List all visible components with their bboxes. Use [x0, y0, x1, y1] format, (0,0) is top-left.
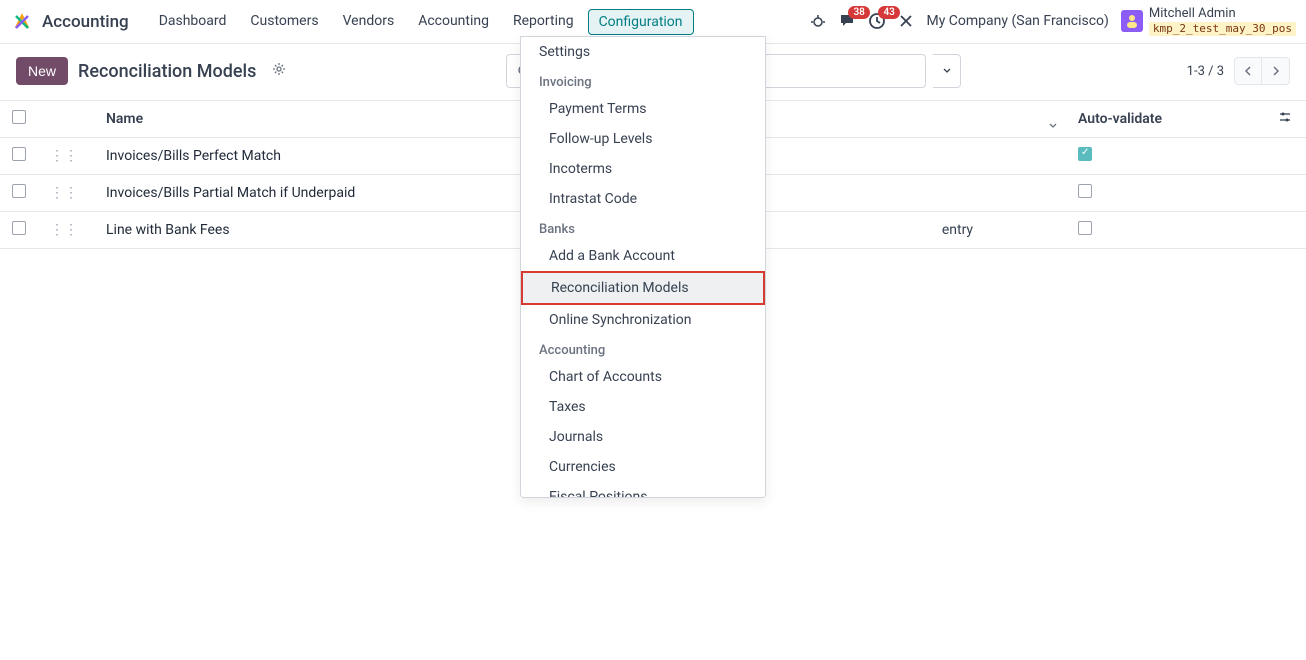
- clock-icon[interactable]: 43: [868, 12, 886, 30]
- dropdown-header: Accounting: [521, 335, 765, 362]
- dropdown-header: Invoicing: [521, 67, 765, 94]
- caret-down-icon: [943, 67, 951, 75]
- dropdown-item[interactable]: Add a Bank Account: [521, 241, 765, 271]
- row-type: entry: [930, 212, 1066, 249]
- row-name: Line with Bank Fees: [94, 212, 930, 249]
- tools-icon[interactable]: [898, 13, 914, 29]
- user-db: kmp_2_test_may_30_pos: [1149, 22, 1296, 36]
- auto-validate-checkbox[interactable]: [1078, 184, 1092, 198]
- row-type: [930, 175, 1066, 212]
- header-checkbox-cell: [0, 101, 38, 138]
- dropdown-item[interactable]: Journals: [521, 422, 765, 452]
- chat-icon[interactable]: 38: [838, 12, 856, 30]
- nav-customers[interactable]: Customers: [240, 9, 328, 35]
- row-checkbox[interactable]: [12, 147, 26, 161]
- select-all-checkbox[interactable]: [12, 110, 26, 124]
- nav-accounting[interactable]: Accounting: [408, 9, 499, 35]
- app-name[interactable]: Accounting: [42, 12, 129, 32]
- row-auto-validate: [1066, 138, 1266, 175]
- user-name: Mitchell Admin: [1149, 7, 1296, 21]
- sliders-icon: [1278, 110, 1292, 124]
- row-auto-validate: [1066, 212, 1266, 249]
- pager-prev-button[interactable]: [1234, 57, 1262, 85]
- dropdown-item[interactable]: Follow-up Levels: [521, 124, 765, 154]
- user-menu[interactable]: Mitchell Admin kmp_2_test_may_30_pos: [1121, 7, 1296, 35]
- chat-badge: 38: [848, 6, 869, 19]
- nav-configuration[interactable]: Configuration: [588, 9, 694, 35]
- dropdown-item[interactable]: Taxes: [521, 392, 765, 422]
- chevron-right-icon: [1272, 66, 1280, 76]
- row-auto-validate: [1066, 175, 1266, 212]
- dropdown-item[interactable]: Reconciliation Models: [521, 271, 765, 305]
- search-options-button[interactable]: [933, 54, 961, 88]
- drag-handle-icon[interactable]: ⋮⋮: [50, 185, 78, 201]
- dropdown-item[interactable]: Intrastat Code: [521, 184, 765, 214]
- drag-handle-icon[interactable]: ⋮⋮: [50, 222, 78, 238]
- row-checkbox[interactable]: [12, 221, 26, 235]
- chevron-down-icon: [1048, 119, 1058, 135]
- pager-text: 1-3 / 3: [1187, 64, 1224, 79]
- header-type[interactable]: [930, 101, 1066, 138]
- header-auto-validate[interactable]: Auto-validate: [1066, 101, 1266, 138]
- dropdown-header: Banks: [521, 214, 765, 241]
- row-checkbox[interactable]: [12, 184, 26, 198]
- app-logo[interactable]: [10, 10, 34, 34]
- dropdown-item[interactable]: Settings: [521, 37, 765, 67]
- nav-reporting[interactable]: Reporting: [503, 9, 584, 35]
- chevron-left-icon: [1244, 66, 1252, 76]
- header-options[interactable]: [1266, 101, 1306, 138]
- header-name[interactable]: Name: [94, 101, 930, 138]
- dropdown-item[interactable]: Payment Terms: [521, 94, 765, 124]
- company-selector[interactable]: My Company (San Francisco): [926, 13, 1108, 29]
- nav-menu: Dashboard Customers Vendors Accounting R…: [149, 9, 694, 35]
- nav-vendors[interactable]: Vendors: [333, 9, 405, 35]
- dropdown-item[interactable]: Online Synchronization: [521, 305, 765, 335]
- row-name: Invoices/Bills Perfect Match: [94, 138, 930, 175]
- drag-handle-icon[interactable]: ⋮⋮: [50, 148, 78, 164]
- nav-dashboard[interactable]: Dashboard: [149, 9, 237, 35]
- dropdown-item[interactable]: Chart of Accounts: [521, 362, 765, 392]
- auto-validate-checkbox[interactable]: [1078, 221, 1092, 235]
- configuration-dropdown: SettingsInvoicingPayment TermsFollow-up …: [520, 36, 766, 498]
- bug-icon[interactable]: [810, 13, 826, 29]
- dropdown-item[interactable]: Currencies: [521, 452, 765, 482]
- gear-icon[interactable]: [272, 62, 286, 80]
- dropdown-item[interactable]: Fiscal Positions: [521, 482, 765, 498]
- pager-next-button[interactable]: [1262, 57, 1290, 85]
- auto-validate-checkbox[interactable]: [1078, 147, 1092, 161]
- clock-badge: 43: [878, 6, 899, 19]
- avatar: [1121, 10, 1143, 32]
- topnav-right: 38 43 My Company (San Francisco) Mitchel…: [810, 7, 1296, 35]
- row-type: [930, 138, 1066, 175]
- new-button[interactable]: New: [16, 57, 68, 85]
- row-name: Invoices/Bills Partial Match if Underpai…: [94, 175, 930, 212]
- dropdown-item[interactable]: Incoterms: [521, 154, 765, 184]
- page-title: Reconciliation Models: [78, 61, 256, 82]
